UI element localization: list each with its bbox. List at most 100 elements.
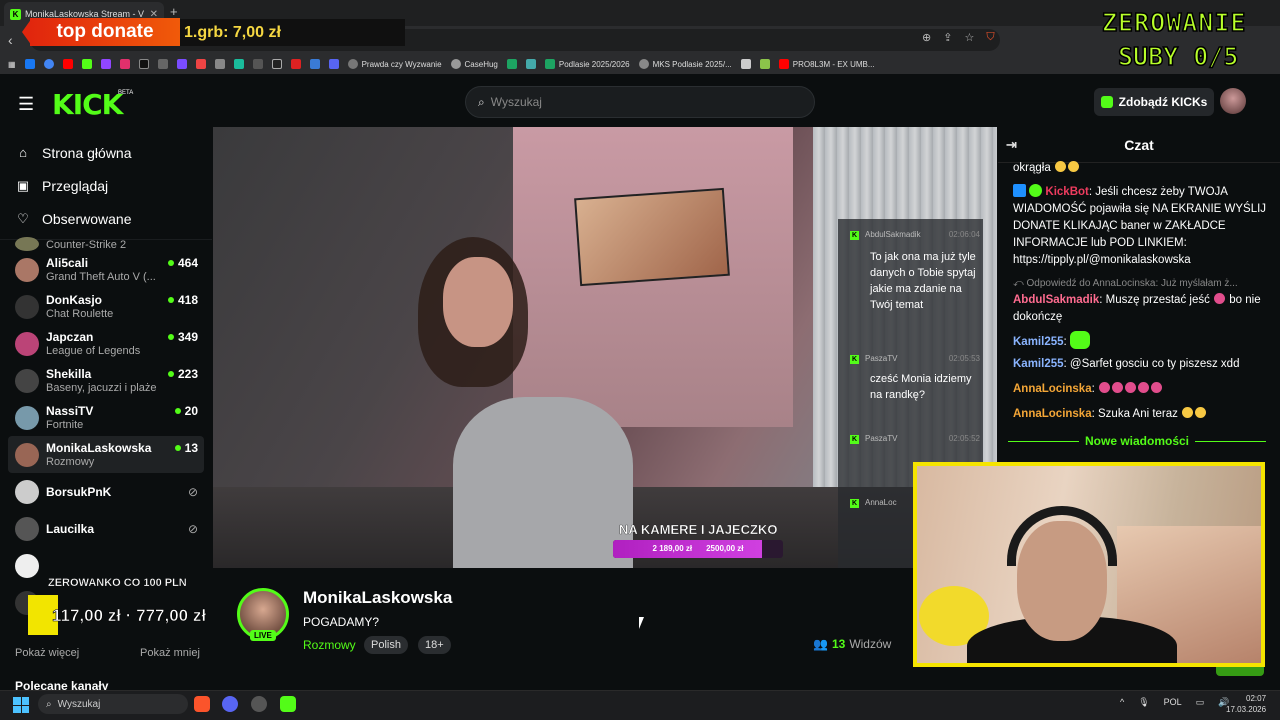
bookmark-icon[interactable]	[214, 59, 225, 69]
bookmark-mks-podlasie[interactable]: MKS Podlasie 2025/...	[638, 59, 732, 69]
emoji-icon	[1112, 382, 1123, 393]
goal-current: 2 189,00 zł	[652, 544, 693, 553]
donation-goal-label: NA KAMERE I JAJECZKO	[619, 522, 778, 537]
bookmark-podlasie[interactable]: Podlasie 2025/2026	[544, 59, 630, 69]
bookmark-icon[interactable]	[176, 59, 187, 69]
get-kicks-button[interactable]: Zdobądź KICKs	[1094, 88, 1214, 116]
zerowanie-title: ZEROWANIE	[1101, 7, 1247, 38]
share-icon[interactable]: ⇪	[943, 31, 952, 44]
channel-avatar	[15, 257, 39, 282]
address-bar-icons: ⊕ ⇪ ☆ ⛉	[922, 31, 995, 44]
kick-bookmark-icon[interactable]	[81, 59, 92, 69]
nav-following[interactable]: ♡ Obserwowane	[0, 202, 212, 235]
kick-icon: K	[850, 354, 859, 364]
search-input[interactable]: ⌕ Wyszukaj	[465, 86, 815, 118]
show-less-link[interactable]: Pokaż mniej	[140, 647, 200, 659]
channel-item[interactable]: Japczan League of Legends 349	[8, 325, 204, 362]
chat-username[interactable]: AnnaLocinska	[1013, 408, 1092, 420]
verified-badge-icon	[1029, 184, 1043, 197]
youtube-bookmark-icon[interactable]	[62, 59, 73, 69]
bookmark-icon[interactable]	[525, 59, 536, 69]
channel-item-active[interactable]: MonikaLaskowska Rozmowy 13	[8, 436, 204, 473]
chat-reply[interactable]: ⤺ Odpowiedź do AnnaLocinska: Już myślała…	[1013, 275, 1271, 292]
bookmark-pro8l3m[interactable]: PRO8L3M - EX UMB...	[778, 59, 875, 69]
channel-item[interactable]: DonKasjo Chat Roulette 418	[8, 288, 204, 325]
microphone-icon[interactable]: 🎙	[1138, 697, 1149, 708]
tiktok-bookmark-icon[interactable]	[138, 59, 149, 69]
kick-logo[interactable]: KICK	[52, 88, 123, 121]
tray-chevron-icon[interactable]: ^	[1120, 697, 1124, 708]
chat-username[interactable]: AbdulSakmadik	[1013, 294, 1099, 306]
app-icon[interactable]	[251, 696, 267, 712]
bookmark-icon[interactable]	[252, 59, 263, 69]
sheets-bookmark-icon[interactable]	[506, 59, 517, 69]
keyboard-language[interactable]: POL	[1164, 697, 1182, 708]
tag-language[interactable]: Polish	[364, 636, 408, 654]
chat-username[interactable]: AnnaLocinska	[1013, 383, 1092, 395]
tag-age[interactable]: 18+	[418, 636, 451, 654]
bookmark-icon[interactable]	[195, 59, 206, 69]
new-tab-icon[interactable]: +	[170, 4, 178, 19]
zoom-icon[interactable]: ⊕	[922, 31, 931, 44]
channel-item[interactable]: Shekilla Baseny, jacuzzi i plaże 223	[8, 362, 204, 399]
bookmark-casehug[interactable]: CaseHug	[450, 59, 498, 69]
channel-viewers: 464	[167, 256, 198, 270]
channel-avatar	[15, 442, 39, 467]
bookmark-icon[interactable]	[309, 59, 320, 69]
chat-message: AnnaLocinska: Szuka Ani teraz	[1013, 406, 1271, 423]
apps-icon[interactable]: ▦	[8, 60, 16, 69]
chat-username[interactable]: Kamil255	[1013, 358, 1064, 370]
show-more-link[interactable]: Pokaż więcej	[15, 647, 79, 659]
tipply-bookmark-icon[interactable]	[157, 59, 168, 69]
chat-message: AnnaLocinska:	[1013, 381, 1271, 398]
new-messages-divider[interactable]: Nowe wiadomości	[1008, 433, 1266, 449]
home-icon: ⌂	[19, 145, 27, 160]
discord-bookmark-icon[interactable]	[328, 59, 339, 69]
chat-username[interactable]: Kamil255	[1013, 336, 1064, 348]
live-dot-icon	[174, 445, 181, 451]
video-player[interactable]: K AbdulSakmadik 02:06:04 To jak ona ma już…	[213, 127, 997, 568]
facebook-bookmark-icon[interactable]	[24, 59, 35, 69]
twitch-bookmark-icon[interactable]	[100, 59, 111, 69]
x-bookmark-icon[interactable]	[271, 59, 282, 69]
brave-shield-icon[interactable]: ⛉	[986, 31, 994, 44]
stream-category[interactable]: Rozmowy	[303, 638, 356, 652]
nav-home[interactable]: ⌂ Strona główna	[0, 136, 212, 169]
google-bookmark-icon[interactable]	[43, 59, 54, 69]
bookmark-icon[interactable]	[759, 59, 770, 69]
search-placeholder: Wyszukaj	[490, 95, 542, 109]
zerowanko-label: ZEROWANKO CO 100 PLN	[48, 577, 187, 589]
bookmark-icon[interactable]	[233, 59, 244, 69]
bookmark-icon[interactable]	[290, 59, 301, 69]
brave-app-icon[interactable]	[194, 696, 210, 712]
channel-item-offline[interactable]: Laucilka ⊘	[8, 510, 204, 547]
network-icon[interactable]: ▭	[1196, 697, 1205, 708]
chat-message: KickBot: Jeśli chcesz żeby TWOJA WIADOMO…	[1013, 184, 1267, 266]
live-badge: LIVE	[250, 630, 276, 641]
bookmark-icon[interactable]	[740, 59, 751, 69]
viewer-count: 👥 13 Widzów	[813, 637, 892, 651]
taskbar-search[interactable]: ⌕ Wyszukaj	[38, 694, 188, 714]
channel-name: DonKasjo	[46, 292, 103, 307]
channel-item-offline[interactable]: BorsukPnK ⊘	[8, 473, 204, 510]
channel-item[interactable]: Ali5cali Grand Theft Auto V (... 464	[8, 251, 204, 288]
channel-viewers: 223	[167, 367, 198, 381]
back-icon[interactable]: ‹	[8, 32, 13, 48]
channel-item-partial[interactable]: Counter-Strike 2	[8, 237, 204, 251]
user-avatar[interactable]	[1220, 88, 1246, 114]
mouse-cursor-icon	[639, 617, 644, 629]
kick-app-icon[interactable]	[280, 696, 296, 712]
chat-title: Czat	[1124, 136, 1154, 153]
collapse-chat-icon[interactable]: ⇥	[1006, 137, 1017, 153]
nav-browse[interactable]: ▣ Przeglądaj	[0, 169, 212, 202]
streamer-name[interactable]: MonikaLaskowska	[303, 588, 452, 608]
discord-app-icon[interactable]	[222, 696, 238, 712]
menu-icon[interactable]: ☰	[18, 94, 34, 115]
instagram-bookmark-icon[interactable]	[119, 59, 130, 69]
chat-username[interactable]: KickBot	[1045, 186, 1088, 198]
bookmark-star-icon[interactable]: ☆	[964, 31, 974, 44]
taskbar-clock[interactable]: 02:07 17.03.2026	[1226, 693, 1266, 715]
windows-start-icon[interactable]	[13, 697, 29, 713]
bookmark-prawda[interactable]: Prawda czy Wyzwanie	[347, 59, 442, 69]
channel-item[interactable]: NassiTV Fortnite 20	[8, 399, 204, 436]
